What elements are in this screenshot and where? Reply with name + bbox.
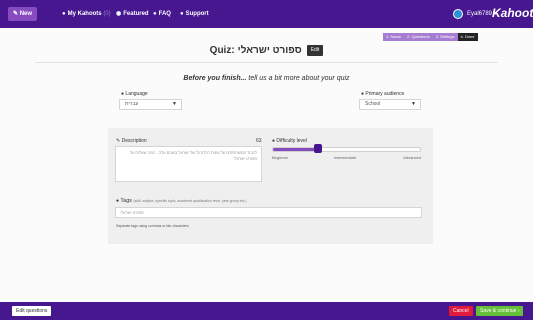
divider — [35, 62, 498, 63]
question-icon: ● — [153, 11, 157, 17]
difficulty-intermediate: Intermediate — [334, 155, 357, 160]
save-continue-button[interactable]: Save & continue › — [476, 306, 524, 316]
user-name: Eyal6789 — [467, 11, 493, 17]
audience-label-text: Primary audience — [365, 91, 405, 97]
language-label-text: Language — [125, 91, 148, 97]
nav-support[interactable]: ● Support — [180, 10, 209, 18]
nav-faq-label: FAQ — [158, 11, 171, 17]
step-settings[interactable]: 3. Settings — [432, 33, 458, 41]
description-label-text: Description — [121, 138, 147, 144]
featured-icon: ◉ — [116, 11, 122, 17]
tags-separator-hint: Separate tags using commas or tab charac… — [116, 224, 189, 228]
language-label: ● Language — [121, 91, 148, 97]
tags-label: ● Tags (skill, subject, specific topic, … — [116, 198, 246, 204]
description-label: ✎ Description — [116, 138, 147, 144]
nav-featured[interactable]: ◉ Featured — [116, 10, 149, 18]
save-label: Save & continue — [480, 308, 517, 314]
new-kahoot-button[interactable]: ✎ New — [8, 7, 38, 21]
quiz-name: ספורט ישראלי — [237, 44, 302, 56]
nav-faq[interactable]: ● FAQ — [153, 10, 171, 18]
chevron-right-icon: › — [517, 308, 520, 314]
wizard-steps: 1. Name 2. Questions 3. Settings 4. Done — [383, 33, 478, 41]
tags-hint: (skill, subject, specific topic, academi… — [133, 199, 247, 203]
finish-heading: Before you finish... tell us a bit more … — [0, 74, 533, 83]
chat-icon: ● — [180, 11, 184, 17]
nav-my-kahoots-label: My Kahoots — [67, 11, 102, 17]
kahoot-logo[interactable]: Kahoot! — [492, 6, 533, 20]
language-select[interactable]: עברית ▼ — [119, 99, 182, 110]
difficulty-icon: ● — [272, 138, 276, 144]
difficulty-slider-handle[interactable] — [314, 144, 322, 153]
audience-label: ● Primary audience — [361, 91, 404, 97]
difficulty-slider[interactable] — [272, 147, 421, 152]
nav-my-kahoots-count: (0) — [103, 11, 111, 17]
difficulty-slider-fill — [273, 148, 318, 151]
pencil-icon: ✎ — [13, 11, 19, 17]
cancel-button[interactable]: Cancel — [449, 306, 473, 316]
avatar[interactable] — [453, 9, 463, 19]
description-textarea[interactable]: לכבוד המשתתפים על עונות הכדורגל של ישראל… — [115, 146, 262, 182]
chevron-down-icon: ▼ — [411, 101, 416, 107]
step-questions[interactable]: 2. Questions — [404, 33, 433, 41]
finish-heading-bold: Before you finish... — [183, 75, 247, 82]
step-name[interactable]: 1. Name — [383, 33, 405, 41]
audience-value: School — [365, 101, 381, 107]
description-char-count: 63 — [256, 138, 262, 144]
comment-icon: ● — [121, 91, 125, 97]
difficulty-label: ● Difficulty level — [272, 138, 307, 144]
page-title: Quiz: ספורט ישראלי Edit — [0, 42, 533, 58]
nav-support-label: Support — [185, 11, 209, 17]
users-icon: ● — [361, 91, 365, 97]
difficulty-beginner: Beginner — [272, 155, 289, 160]
audience-select[interactable]: School ▼ — [359, 99, 421, 110]
difficulty-label-text: Difficulty level — [276, 138, 307, 144]
nav-my-kahoots[interactable]: ● My Kahoots (0) — [62, 10, 111, 18]
finish-heading-rest: tell us a bit more about your quiz — [246, 75, 350, 82]
chevron-down-icon: ▼ — [172, 101, 177, 107]
user-icon: ● — [62, 11, 66, 17]
tags-label-text: Tags — [120, 198, 133, 204]
nav-featured-label: Featured — [123, 11, 149, 17]
tags-input[interactable]: ספורט ישראלי — [115, 207, 422, 218]
edit-title-button[interactable]: Edit — [306, 44, 324, 56]
pencil-icon: ✎ — [116, 138, 121, 144]
tag-icon: ● — [116, 198, 120, 204]
new-label: New — [19, 11, 33, 17]
language-value: עברית — [125, 101, 139, 107]
quiz-prefix: Quiz: — [209, 44, 235, 56]
edit-questions-button[interactable]: Edit questions — [12, 306, 52, 316]
difficulty-advanced: Advanced — [403, 155, 421, 160]
step-done[interactable]: 4. Done — [457, 33, 478, 41]
